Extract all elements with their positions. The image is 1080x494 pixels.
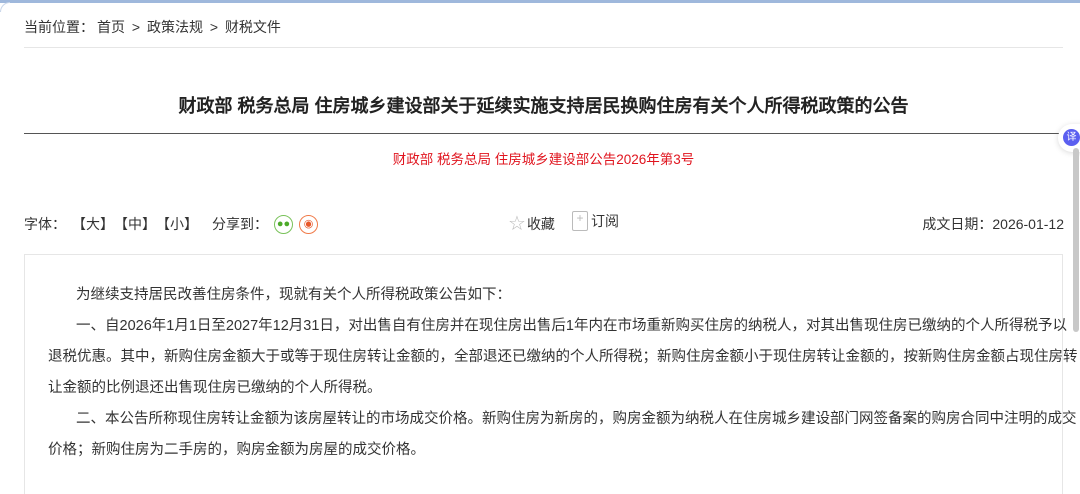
article-body: 为继续支持居民改善住房条件，现就有关个人所得税政策公告如下： 一、自2026年1… [48, 284, 1078, 470]
breadcrumb-separator: > [131, 19, 141, 35]
paragraph-line: 一、自2026年1月1日至2027年12月31日，对出售自有住房并在现住房出售后… [76, 318, 1067, 334]
breadcrumb-tax-docs[interactable]: 财税文件 [225, 19, 281, 35]
font-small-button[interactable]: 【小】 [156, 214, 198, 234]
font-medium-button[interactable]: 【中】 [114, 214, 156, 234]
favorite-button[interactable]: ☆ 收藏 [508, 211, 555, 236]
paragraph-line: 让金额的比例退还出售现住房已缴纳的个人所得税。 [48, 380, 382, 396]
wechat-share-icon[interactable]: ●● [274, 214, 293, 234]
paragraph-line: 退税优惠。其中，新购住房金额大于或等于现住房转让金额的，全部退还已缴纳的个人所得… [48, 349, 1078, 365]
publish-date: 成文日期：2026-01-12 [922, 214, 1064, 234]
date-value: 2026-01-12 [992, 216, 1064, 232]
breadcrumb-label: 当前位置： [24, 19, 94, 35]
window-corner [0, 2, 10, 12]
page-title: 财政部 税务总局 住房城乡建设部关于延续实施支持居民换购住房有关个人所得税政策的… [178, 96, 909, 116]
favorite-label: 收藏 [526, 215, 555, 232]
weibo-share-icon[interactable]: ◉ [299, 214, 318, 234]
date-label: 成文日期： [922, 216, 993, 232]
font-size-label: 字体： [24, 216, 66, 232]
bookmark-plus-icon: + [572, 211, 588, 231]
font-share-toolbar: 字体： 【大】 【中】 【小】 分享到： ●● ◉ [24, 214, 318, 234]
subscribe-button[interactable]: + 订阅 [572, 211, 619, 231]
breadcrumb-policy[interactable]: 政策法规 [147, 19, 203, 35]
document-number: 财政部 税务总局 住房城乡建设部公告2026年第3号 [392, 152, 695, 167]
translate-icon: 译 [1063, 129, 1080, 146]
paragraph-line: 为继续支持居民改善住房条件，现就有关个人所得税政策公告如下： [76, 287, 511, 303]
star-icon: ☆ [508, 213, 526, 235]
browser-top-border [0, 0, 1080, 3]
breadcrumb-home[interactable]: 首页 [97, 19, 125, 35]
font-large-button[interactable]: 【大】 [72, 214, 114, 234]
paragraph-line: 二、本公告所称现住房转让金额为该房屋转让的市场成交价格。新购住房为新房的，购房金… [76, 411, 1077, 427]
breadcrumb-separator: > [209, 19, 219, 35]
share-label: 分享到： [212, 216, 268, 232]
title-divider [24, 133, 1063, 134]
paragraph-line: 价格；新购住房为二手房的，购房金额为房屋的成交价格。 [48, 442, 425, 458]
breadcrumb: 当前位置： 首页 > 政策法规 > 财税文件 [24, 17, 284, 37]
scrollbar-thumb[interactable] [1073, 148, 1079, 332]
subscribe-label: 订阅 [591, 213, 619, 229]
divider [24, 47, 1063, 48]
